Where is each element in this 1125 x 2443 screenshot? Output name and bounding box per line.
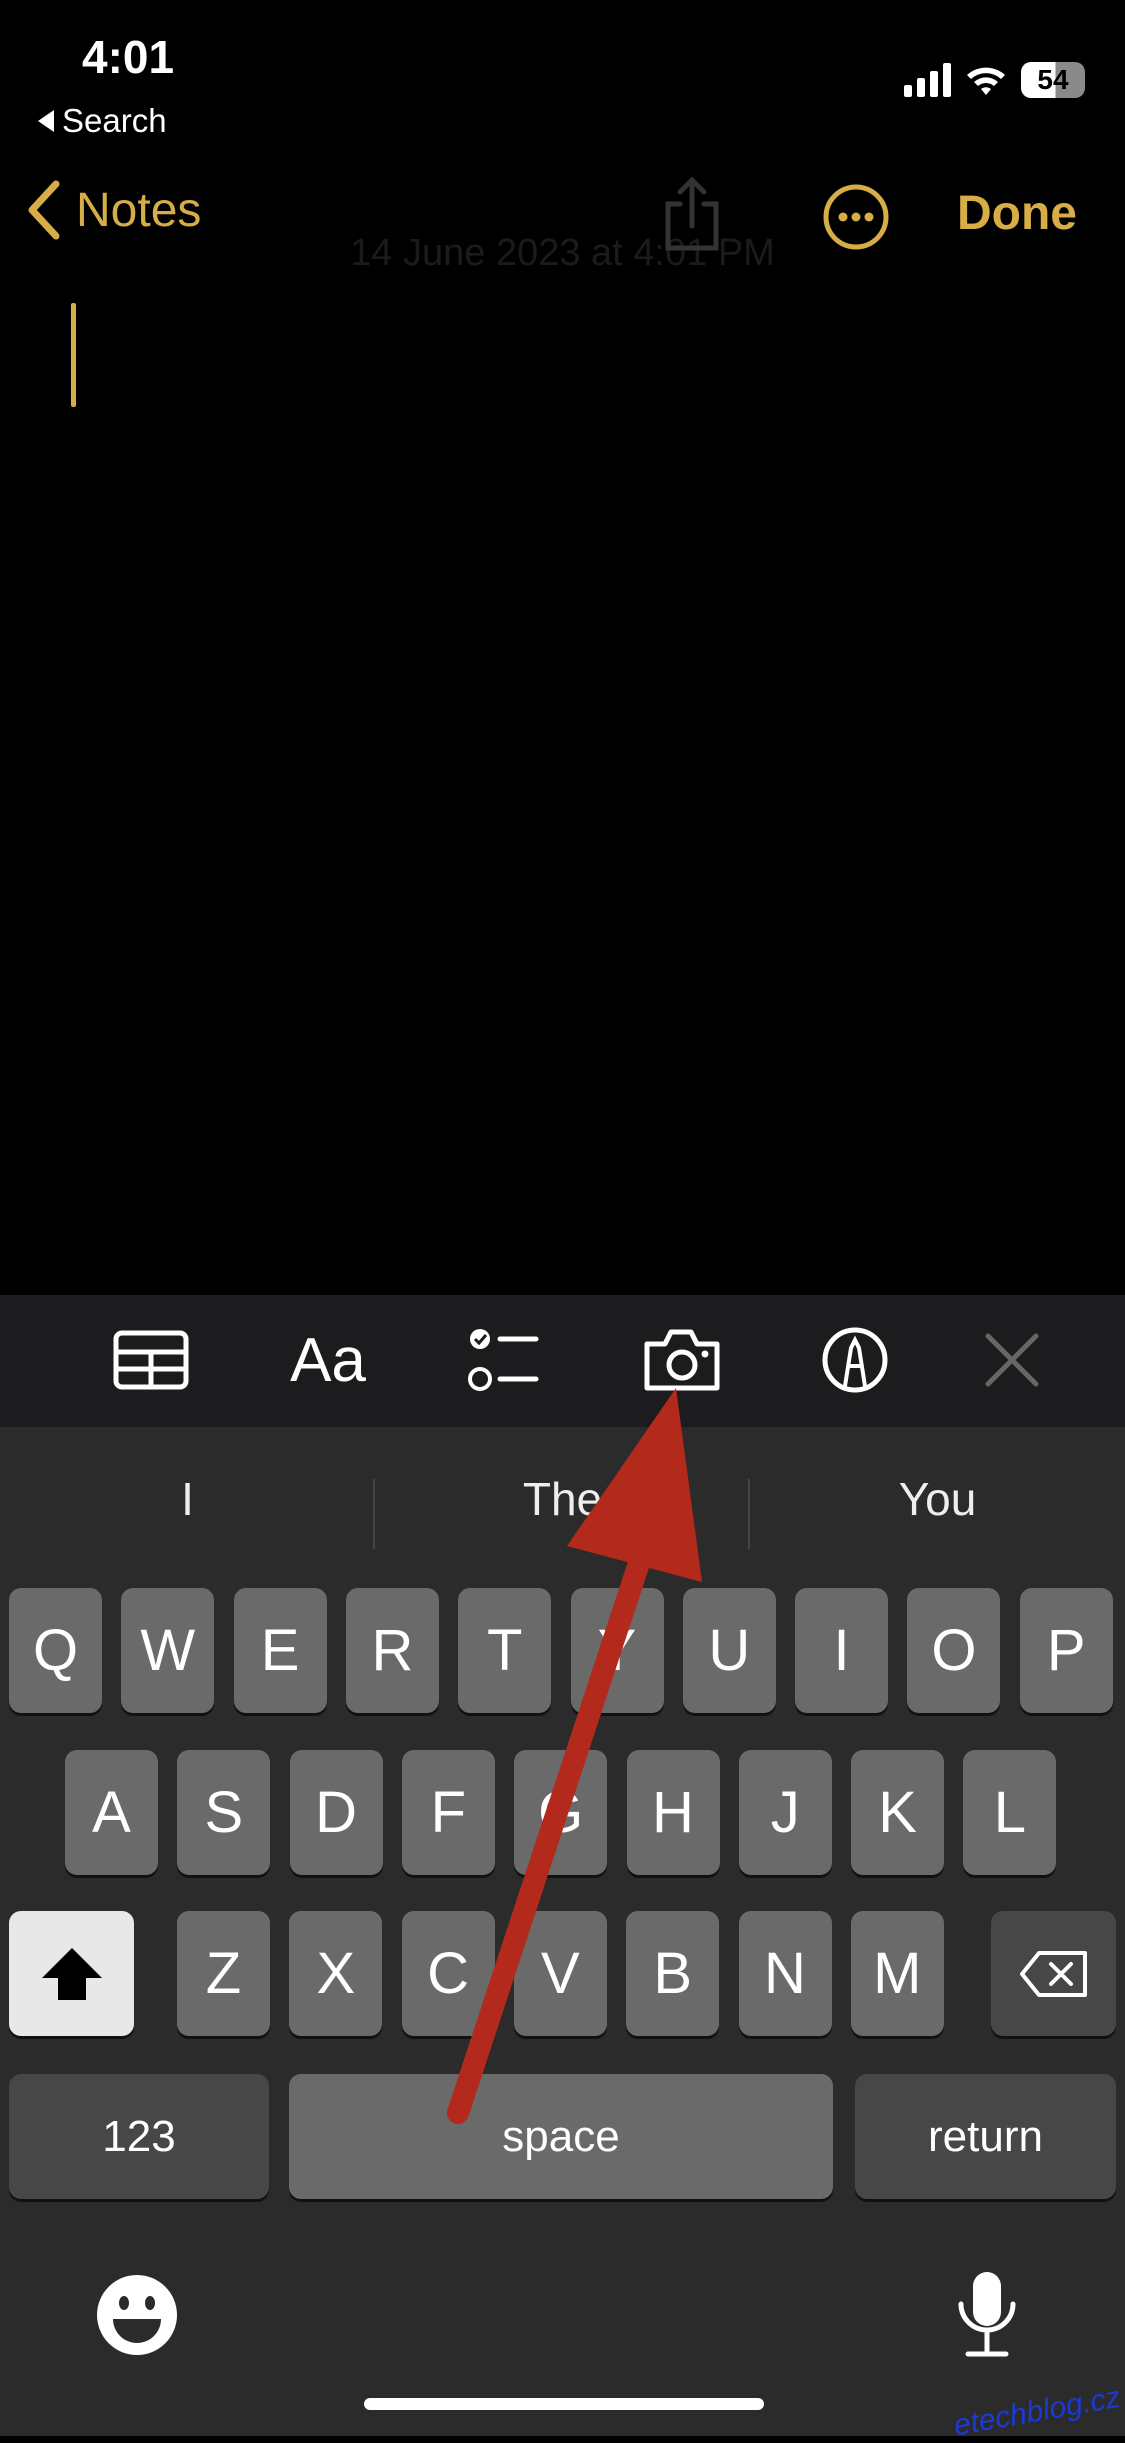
return-key[interactable]: return <box>855 2074 1116 2199</box>
back-triangle-icon <box>38 110 54 132</box>
signal-icon <box>904 63 951 97</box>
back-label: Notes <box>76 183 202 237</box>
shift-key[interactable] <box>9 1911 134 2036</box>
key-e[interactable]: E <box>233 1588 327 1713</box>
key-m[interactable]: M <box>850 1911 944 2036</box>
key-r[interactable]: R <box>345 1588 439 1713</box>
key-h[interactable]: H <box>626 1750 720 1875</box>
delete-key[interactable] <box>991 1911 1116 2036</box>
back-notes-button[interactable]: Notes <box>26 180 201 240</box>
key-b[interactable]: B <box>626 1911 720 2036</box>
share-icon[interactable] <box>660 176 724 252</box>
format-icon: Aa <box>290 1325 366 1395</box>
key-k[interactable]: K <box>851 1750 945 1875</box>
wifi-icon <box>967 67 1005 95</box>
key-a[interactable]: A <box>65 1750 158 1875</box>
table-icon <box>113 1330 189 1390</box>
markup-button[interactable] <box>815 1325 895 1395</box>
checklist-icon <box>468 1329 539 1391</box>
key-u[interactable]: U <box>682 1588 776 1713</box>
key-t[interactable]: T <box>458 1588 552 1713</box>
keyboard: I The You QWERTYUIOPASDFGHJKLZXCVBNM 123… <box>0 1427 1125 2436</box>
key-o[interactable]: O <box>907 1588 1001 1713</box>
key-s[interactable]: S <box>177 1750 271 1875</box>
back-to-search[interactable]: Search <box>38 102 167 140</box>
camera-button[interactable] <box>642 1325 722 1395</box>
key-d[interactable]: D <box>289 1750 383 1875</box>
done-button[interactable]: Done <box>957 186 1077 241</box>
key-w[interactable]: W <box>121 1588 215 1713</box>
space-key[interactable]: space <box>289 2074 833 2199</box>
key-l[interactable]: L <box>963 1750 1057 1875</box>
chevron-left-icon <box>28 180 60 240</box>
markup-icon <box>822 1327 888 1393</box>
key-x[interactable]: X <box>289 1911 383 2036</box>
key-z[interactable]: Z <box>177 1911 270 2036</box>
backspace-icon <box>1019 1950 1087 1997</box>
numbers-key[interactable]: 123 <box>9 2074 269 2199</box>
key-n[interactable]: N <box>738 1911 832 2036</box>
format-button[interactable]: Aa <box>288 1325 368 1395</box>
microphone-icon[interactable] <box>956 2270 1018 2360</box>
status-time: 4:01 <box>82 31 175 83</box>
back-app-label: Search <box>62 102 167 139</box>
camera-icon <box>644 1329 720 1391</box>
table-button[interactable] <box>111 1325 191 1395</box>
suggestion[interactable]: I <box>0 1472 375 1526</box>
suggestion[interactable]: You <box>750 1472 1125 1526</box>
text-cursor <box>71 303 76 407</box>
key-j[interactable]: J <box>738 1750 832 1875</box>
formatting-toolbar: Aa <box>0 1295 1125 1427</box>
checklist-button[interactable] <box>464 1325 544 1395</box>
suggestion[interactable]: The <box>375 1472 750 1526</box>
key-c[interactable]: C <box>401 1911 495 2036</box>
key-v[interactable]: V <box>513 1911 607 2036</box>
key-p[interactable]: P <box>1019 1588 1113 1713</box>
battery-icon: 54 <box>1021 62 1085 98</box>
key-g[interactable]: G <box>514 1750 608 1875</box>
home-indicator[interactable] <box>364 2398 764 2410</box>
key-f[interactable]: F <box>401 1750 495 1875</box>
emoji-icon[interactable] <box>95 2273 179 2357</box>
shift-icon <box>41 1947 102 2000</box>
key-i[interactable]: I <box>795 1588 889 1713</box>
more-icon[interactable] <box>822 183 890 251</box>
key-q[interactable]: Q <box>9 1588 102 1713</box>
close-toolbar-button[interactable] <box>972 1325 1052 1395</box>
key-y[interactable]: Y <box>570 1588 664 1713</box>
close-icon <box>985 1333 1039 1387</box>
status-icons: 54 <box>904 62 1085 98</box>
